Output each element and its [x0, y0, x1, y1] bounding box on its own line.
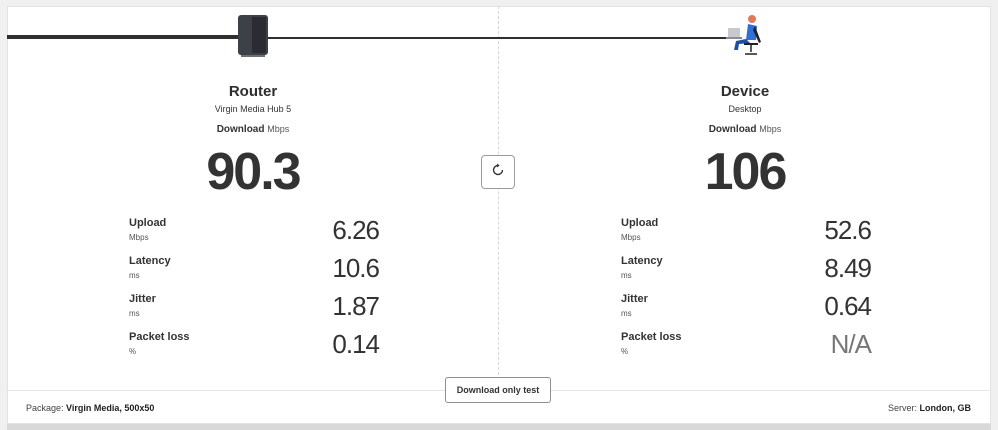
device-download-text: Download [708, 124, 757, 135]
device-title: Device [720, 83, 770, 100]
metric-unit: Mbps [129, 233, 149, 242]
metric-value: 8.49 [824, 253, 872, 283]
metric-unit: ms [621, 271, 632, 280]
metric-unit: Mbps [621, 233, 641, 242]
metric-label: Latency [621, 255, 663, 267]
device-header: Device Desktop Download Mbps [595, 83, 895, 135]
router-metric-upload: Upload Mbps 6.26 [129, 215, 380, 253]
package-value: Virgin Media, 500x50 [66, 403, 155, 413]
server-value: London, GB [919, 403, 972, 413]
rerun-test-button[interactable] [481, 155, 515, 189]
panel-shadow [7, 424, 991, 430]
router-title: Router [228, 83, 278, 100]
router-download-label: Download Mbps [103, 124, 403, 135]
metric-value: 52.6 [824, 215, 872, 245]
router-icon [236, 15, 270, 57]
router-model: Virgin Media Hub 5 [214, 104, 292, 114]
metric-unit: ms [621, 309, 632, 318]
metric-value: 0.14 [332, 329, 380, 359]
device-metric-jitter: Jitter ms 0.64 [621, 291, 872, 329]
router-metric-packet-loss: Packet loss % 0.14 [129, 329, 380, 367]
device-download-unit: Mbps [759, 124, 782, 134]
router-metric-jitter: Jitter ms 1.87 [129, 291, 380, 329]
device-metric-upload: Upload Mbps 52.6 [621, 215, 872, 253]
router-download-unit: Mbps [267, 124, 290, 134]
connection-line-device [268, 37, 726, 39]
metric-unit: % [129, 347, 137, 356]
download-only-test-button[interactable]: Download only test [445, 377, 551, 403]
metric-value: 10.6 [332, 253, 380, 283]
metric-label: Upload [621, 217, 659, 229]
device-metric-packet-loss: Packet loss % N/A [621, 329, 872, 367]
metric-unit: ms [129, 309, 140, 318]
device-metric-latency: Latency ms 8.49 [621, 253, 872, 291]
metric-label: Packet loss [621, 331, 682, 343]
device-download-label: Download Mbps [595, 124, 895, 135]
metric-unit: % [621, 347, 629, 356]
metric-label: Jitter [129, 293, 156, 305]
router-metric-latency: Latency ms 10.6 [129, 253, 380, 291]
metric-label: Packet loss [129, 331, 190, 343]
metric-label: Upload [129, 217, 167, 229]
package-label: Package: [26, 403, 64, 413]
metric-value: 6.26 [332, 215, 380, 245]
router-header: Router Virgin Media Hub 5 Download Mbps [103, 83, 403, 135]
device-download-value: 106 [704, 143, 788, 201]
metric-value: 0.64 [824, 291, 872, 321]
router-download-value: 90.3 [206, 143, 301, 201]
device-type: Desktop [728, 104, 762, 114]
person-at-desk-icon [724, 14, 764, 56]
metric-value: N/A [830, 329, 872, 359]
router-download-text: Download [216, 124, 265, 135]
package-info: Package: Virgin Media, 500x50 [26, 403, 154, 413]
metric-label: Latency [129, 255, 171, 267]
server-info: Server: London, GB [888, 403, 971, 413]
connection-line-router [7, 35, 240, 39]
server-label: Server: [887, 403, 917, 413]
center-divider [498, 6, 499, 390]
refresh-icon [491, 163, 505, 182]
metric-unit: ms [129, 271, 140, 280]
metric-value: 1.87 [332, 291, 380, 321]
metric-label: Jitter [621, 293, 648, 305]
